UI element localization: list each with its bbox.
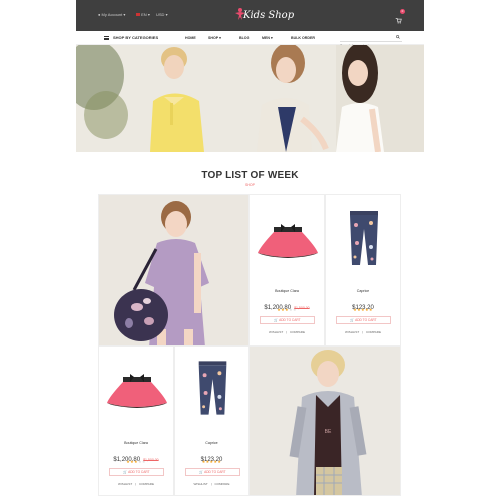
star-rating: ★★★★★ [99, 459, 173, 464]
wishlist-link[interactable]: WISHLIST [118, 482, 132, 486]
product-image[interactable] [99, 347, 173, 432]
product-image[interactable] [175, 347, 248, 432]
add-to-cart-label: ADD TO CART [279, 318, 301, 322]
logo-text: Kids Shop [243, 10, 295, 21]
product-card[interactable]: Boutique Clara $1,200.80 $1,500.00 ★★★★★ … [98, 346, 174, 496]
product-name[interactable]: Caprice [175, 441, 248, 445]
pink-tutu-skirt-image [258, 224, 318, 258]
nav-men-label: MEN [262, 36, 270, 40]
hero-children-photo [76, 45, 424, 152]
shop-by-categories[interactable]: SHOP BY CATEGORIES [113, 35, 158, 40]
product-name[interactable]: Boutique Clara [99, 441, 173, 445]
nav-shop-label: SHOP [208, 36, 219, 40]
cart-icon: 🛒 [274, 318, 279, 322]
nav-blog[interactable]: BLOG [239, 36, 249, 40]
product-grid: Boutique Clara $1,200.80 $1,500.00 ★★★★★ … [98, 194, 401, 496]
product-links: WISHLIST | COMPARE [118, 482, 154, 486]
account-label: My Account [101, 12, 123, 17]
currency-label: USD [156, 12, 165, 17]
product-name[interactable]: Caprice [326, 289, 400, 293]
product-card[interactable]: Caprice $123.20 ★★★★★ 🛒 ADD TO CART WISH… [325, 194, 401, 346]
top-bar: ● My Account ▾ EN ▾ USD ▾ Kids Shop 0 [76, 0, 424, 31]
product-name[interactable]: Boutique Clara [250, 289, 324, 293]
cart-count-badge: 0 [400, 9, 405, 14]
main-nav: SHOP BY CATEGORIES HOME SHOP ▾ BLOG MEN … [76, 31, 424, 48]
add-to-cart-label: ADD TO CART [355, 318, 377, 322]
section-subtitle: SHOP [245, 183, 255, 187]
nav-home[interactable]: HOME [185, 36, 196, 40]
star-rating: ★★★★★ [250, 307, 324, 312]
star-icon: ★★★★★ [201, 459, 222, 464]
chevron-down-icon: ▾ [271, 36, 273, 40]
product-links: WISHLIST | COMPARE [269, 330, 305, 334]
chevron-down-icon: ▾ [123, 12, 126, 17]
wishlist-link[interactable]: WISHLIST [269, 330, 283, 334]
product-image[interactable] [326, 195, 400, 280]
product-links: WISHLIST | COMPARE [345, 330, 381, 334]
add-to-cart-button[interactable]: 🛒 ADD TO CART [260, 316, 315, 324]
nav-bulk-order[interactable]: BULK ORDER [291, 36, 315, 40]
product-links: WISHLIST | COMPARE [193, 482, 230, 486]
cart-icon: 🛒 [350, 318, 355, 322]
cart-icon: 🛒 [199, 470, 204, 474]
nav-shop[interactable]: SHOP ▾ [208, 36, 221, 40]
compare-link[interactable]: COMPARE [366, 330, 381, 334]
star-icon: ★★ [288, 307, 297, 312]
svg-text:BE: BE [325, 429, 332, 435]
account-menu[interactable]: ● My Account ▾ [98, 12, 125, 17]
star-icon: ★★★ [126, 459, 138, 464]
user-icon: ● [98, 12, 101, 17]
add-to-cart-button[interactable]: 🛒 ADD TO CART [185, 468, 240, 476]
wishlist-link[interactable]: WISHLIST [345, 330, 359, 334]
chevron-down-icon: ▾ [219, 36, 221, 40]
compare-link[interactable]: COMPARE [290, 330, 305, 334]
wishlist-link[interactable]: WISHLIST [194, 482, 208, 486]
star-rating: ★★★★★ [175, 459, 248, 464]
chevron-down-icon: ▾ [147, 12, 150, 17]
cart-icon: 🛒 [123, 470, 128, 474]
hero-banner[interactable] [76, 45, 424, 152]
product-card[interactable]: Boutique Clara $1,200.80 $1,500.00 ★★★★★ … [249, 194, 325, 346]
featured-photo-girl[interactable] [98, 194, 249, 346]
search-box [340, 34, 402, 48]
girl-with-bag-photo [99, 195, 248, 345]
language-label: EN [141, 12, 147, 17]
section-title: TOP LIST OF WEEK [201, 170, 299, 181]
menu-icon [104, 36, 109, 40]
cart-button[interactable]: 0 [395, 9, 405, 29]
boy-in-blazer-photo: BE [250, 347, 400, 495]
add-to-cart-button[interactable]: 🛒 ADD TO CART [109, 468, 164, 476]
chevron-down-icon: ▾ [165, 12, 168, 17]
add-to-cart-label: ADD TO CART [128, 470, 150, 474]
flag-icon [136, 13, 140, 16]
cart-icon [395, 18, 402, 24]
star-rating: ★★★★★ [326, 307, 400, 312]
add-to-cart-label: ADD TO CART [204, 470, 226, 474]
nav-men[interactable]: MEN ▾ [262, 36, 273, 40]
product-image[interactable] [250, 195, 324, 280]
compare-link[interactable]: COMPARE [215, 482, 230, 486]
search-icon[interactable] [396, 35, 400, 39]
featured-photo-boy[interactable]: BE [249, 346, 401, 496]
star-icon: ★★★ [277, 307, 289, 312]
language-select[interactable]: EN ▾ [136, 12, 150, 17]
product-card[interactable]: Caprice $123.20 ★★★★★ 🛒 ADD TO CART WISH… [174, 346, 249, 496]
star-icon: ★★ [137, 459, 146, 464]
pink-tutu-skirt-image [107, 374, 167, 408]
add-to-cart-button[interactable]: 🛒 ADD TO CART [336, 316, 391, 324]
floral-leggings-image [198, 361, 227, 415]
star-icon: ★★★★★ [353, 307, 373, 312]
compare-link[interactable]: COMPARE [139, 482, 154, 486]
page: ● My Account ▾ EN ▾ USD ▾ Kids Shop 0 SH… [76, 0, 424, 500]
currency-select[interactable]: USD ▾ [156, 12, 168, 17]
floral-leggings-image [350, 211, 378, 265]
